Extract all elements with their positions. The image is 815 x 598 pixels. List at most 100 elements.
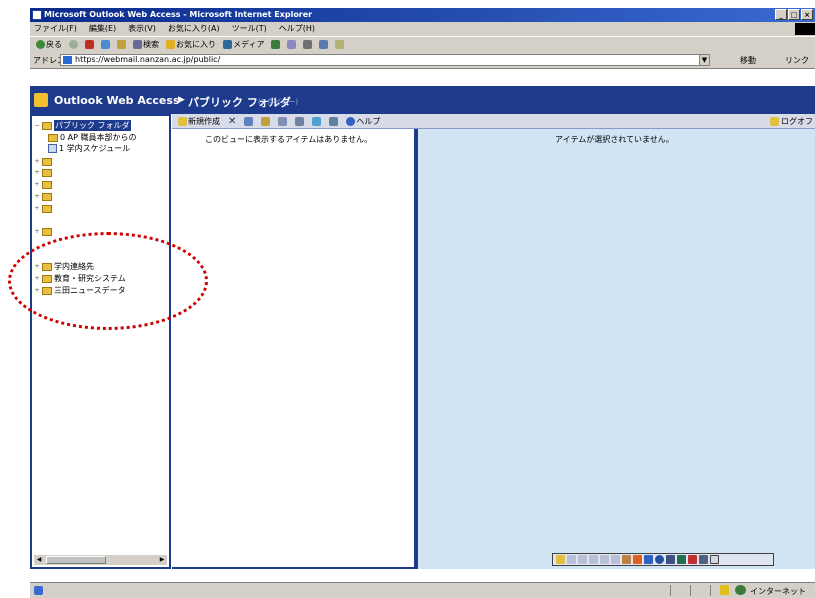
options-icon[interactable] (699, 555, 708, 564)
folder-icon (42, 227, 52, 236)
chevron-down-icon[interactable]: ▼ (699, 54, 710, 66)
menu-favorites[interactable]: お気に入り(A) (168, 22, 220, 36)
folders-icon[interactable] (622, 555, 631, 564)
window-title-bar[interactable]: Microsoft Outlook Web Access - Microsoft… (30, 8, 815, 22)
refresh-icon (101, 40, 110, 49)
go-button[interactable]: 移動 (740, 55, 756, 66)
tree-horizontal-scrollbar[interactable]: ◀ ▶ (34, 555, 167, 565)
nav-collapsed-icon[interactable] (567, 555, 576, 564)
public-folders-icon[interactable] (677, 555, 686, 564)
nav-collapsed-icon[interactable] (611, 555, 620, 564)
maximize-button[interactable]: □ (788, 9, 800, 20)
print-button[interactable] (301, 39, 314, 51)
inbox-icon[interactable] (556, 555, 565, 564)
search-button[interactable]: 検索 (131, 39, 161, 51)
tree-item-label: 1 学内スケジュール (59, 144, 131, 153)
menu-file[interactable]: ファイル(F) (34, 22, 77, 36)
scrollbar-thumb[interactable] (46, 556, 106, 564)
logoff-button[interactable]: ログオフ (770, 116, 813, 127)
calendar-icon[interactable] (633, 555, 642, 564)
expand-icon[interactable]: + (34, 181, 40, 188)
page-icon (63, 56, 72, 64)
links-button[interactable]: リンク (785, 55, 809, 66)
folder-icon (42, 121, 52, 130)
expand-icon[interactable]: + (34, 169, 40, 176)
check-names-button[interactable] (293, 115, 306, 127)
edit-button[interactable] (317, 39, 330, 51)
expand-icon[interactable]: + (34, 205, 40, 212)
refresh-icon (312, 116, 322, 126)
stop-button[interactable] (83, 39, 96, 51)
discuss-button[interactable] (333, 39, 346, 51)
minimize-button[interactable]: _ (775, 9, 787, 20)
calendar-icon (48, 144, 57, 153)
forward-button[interactable] (67, 39, 80, 51)
back-button[interactable]: 戻る (34, 39, 64, 51)
tree-item-schedule[interactable]: 1 学内スケジュール (46, 143, 130, 154)
expand-icon[interactable]: + (34, 193, 40, 200)
new-item-button[interactable]: 新規作成 (176, 115, 222, 127)
address-input[interactable]: https://webmail.nanzan.ac.jp/public/ ▼ (60, 54, 710, 66)
expand-icon[interactable]: + (34, 228, 40, 235)
help-button[interactable]: ヘルプ (344, 115, 382, 127)
check-icon (295, 116, 305, 126)
new-item-label: 新規作成 (188, 116, 220, 126)
forward-arrow-icon (69, 40, 78, 49)
delete-button[interactable]: ✕ (226, 115, 238, 127)
nav-collapsed-icon[interactable] (600, 555, 609, 564)
logoff-icon (770, 117, 779, 126)
scroll-right-icon[interactable]: ▶ (157, 555, 167, 565)
home-icon (117, 40, 126, 49)
sort-button[interactable] (276, 115, 289, 127)
back-arrow-icon (36, 40, 45, 49)
mail-button[interactable] (285, 39, 298, 51)
expand-nav-icon[interactable] (710, 555, 719, 564)
move-button[interactable] (242, 115, 255, 127)
scroll-left-icon[interactable]: ◀ (34, 555, 44, 565)
tree-item-label: 0 AP 職員本部からの (60, 133, 137, 142)
nav-collapsed-icon[interactable] (578, 555, 587, 564)
folder-tree: − パブリック フォルダ 0 AP 職員本部からの 1 学内スケジュール + +… (30, 114, 171, 569)
tree-item[interactable]: 0 AP 職員本部からの (46, 132, 136, 143)
logoff-label: ログオフ (781, 117, 813, 126)
search-label: 検索 (143, 40, 159, 49)
menu-view[interactable]: 表示(V) (128, 22, 156, 36)
close-button[interactable]: × (801, 9, 813, 20)
nav-collapsed-icon[interactable] (589, 555, 598, 564)
tree-item[interactable]: + (34, 203, 54, 214)
tasks-icon[interactable] (666, 555, 675, 564)
page-status-icon (34, 586, 43, 595)
search-icon[interactable] (655, 555, 664, 564)
menu-bar: ファイル(F) 編集(E) 表示(V) お気に入り(A) ツール(T) ヘルプ(… (30, 22, 815, 36)
copy-button[interactable] (259, 115, 272, 127)
tree-item[interactable]: + (34, 156, 54, 167)
security-zone-label: インターネット (750, 587, 806, 596)
back-label: 戻る (46, 40, 62, 49)
rules-icon[interactable] (688, 555, 697, 564)
refresh-button[interactable] (99, 39, 112, 51)
refresh-list-button[interactable] (310, 115, 323, 127)
tree-item[interactable]: + (34, 226, 54, 237)
view-selector[interactable]: (2 件ビュー) (258, 97, 298, 107)
tree-item[interactable]: + (34, 167, 54, 178)
menu-tools[interactable]: ツール(T) (232, 22, 267, 36)
menu-edit[interactable]: 編集(E) (89, 22, 116, 36)
star-icon (166, 40, 175, 49)
menu-help[interactable]: ヘルプ(H) (279, 22, 315, 36)
media-button[interactable]: メディア (221, 39, 266, 51)
history-button[interactable] (269, 39, 282, 51)
history-icon (271, 40, 281, 49)
favorites-button[interactable]: お気に入り (164, 39, 218, 51)
tree-root[interactable]: − パブリック フォルダ (34, 120, 131, 131)
sort-icon (278, 116, 288, 126)
contacts-icon[interactable] (644, 555, 653, 564)
highlight-annotation (8, 232, 208, 330)
tree-item[interactable]: + (34, 191, 54, 202)
tree-item[interactable]: + (34, 179, 54, 190)
collapse-icon[interactable]: − (34, 122, 40, 129)
find-button[interactable] (327, 115, 340, 127)
expand-icon[interactable]: + (34, 158, 40, 165)
new-item-icon (178, 116, 187, 126)
home-button[interactable] (115, 39, 128, 51)
folder-icon (42, 180, 52, 189)
